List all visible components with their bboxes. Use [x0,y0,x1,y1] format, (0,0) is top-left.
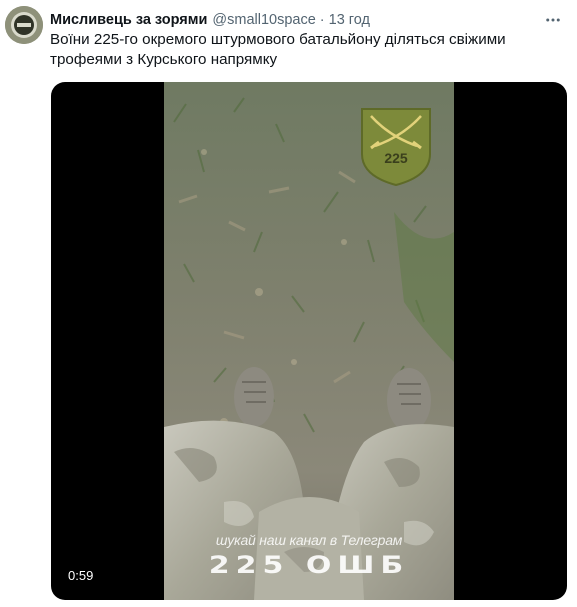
separator: · [319,12,325,28]
tweet-time[interactable]: 13 год [329,12,370,28]
unit-patch: 225 [359,106,433,188]
more-horizontal-icon [546,18,560,22]
video-frame[interactable]: 225 шукай наш канал в Телеграм 225 ОШБ [164,82,454,600]
patch-number: 225 [384,150,408,166]
avatar-icon [5,6,43,44]
video-caption-line2: 225 ОШБ [208,551,410,580]
author-name[interactable]: Мисливець за зорями [50,12,207,28]
tweet[interactable]: Мисливець за зорями @small10space · 13 г… [0,0,577,607]
tweet-header: Мисливець за зорями @small10space · 13 г… [50,10,370,30]
avatar[interactable] [5,6,43,44]
author-handle[interactable]: @small10space [212,12,315,28]
video-player[interactable]: 225 шукай наш канал в Телеграм 225 ОШБ 0… [51,82,567,600]
tweet-text: Воїни 225-го окремого штурмового батальй… [50,31,506,68]
video-caption-line1: шукай наш канал в Телеграм [215,532,403,548]
more-button[interactable] [541,8,565,32]
video-duration: 0:59 [68,568,94,583]
unit-patch-sabres-icon [361,108,431,187]
